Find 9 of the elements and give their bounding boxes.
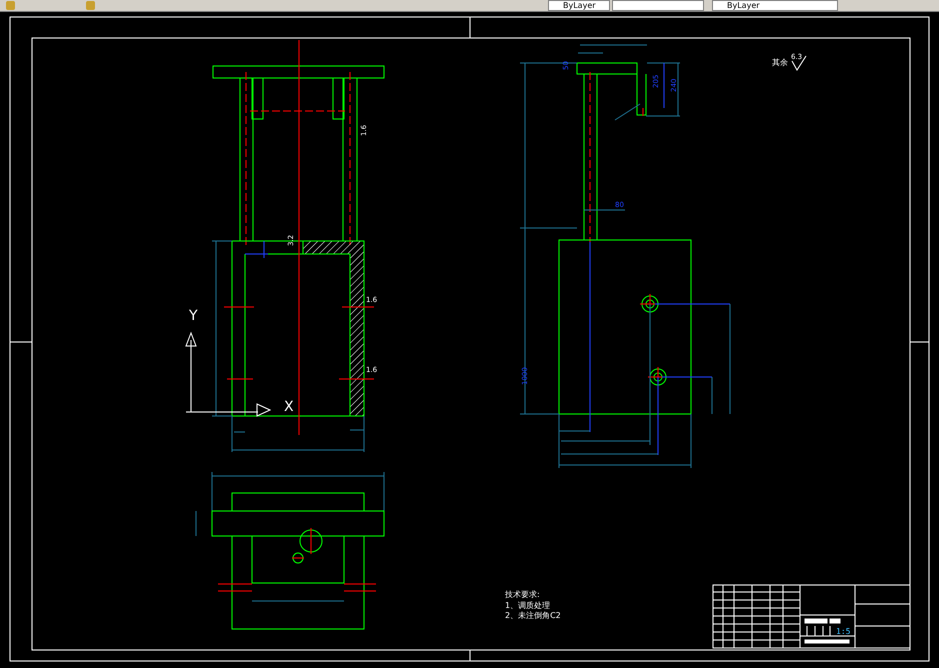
requirements-title: 技术要求:: [505, 590, 540, 599]
layer-dropdown[interactable]: ByLayer: [712, 0, 838, 11]
axis-label: X: [284, 399, 294, 415]
axis-label: Y: [189, 308, 198, 324]
requirement-item: 2、未注倒角C2: [505, 611, 561, 620]
requirement-item: 1、调质处理: [505, 601, 550, 610]
layer-dropdown[interactable]: ByLayer: [548, 0, 610, 11]
scale-label: 1:5: [836, 627, 850, 636]
surface-finish-label: 其余: [772, 58, 788, 67]
